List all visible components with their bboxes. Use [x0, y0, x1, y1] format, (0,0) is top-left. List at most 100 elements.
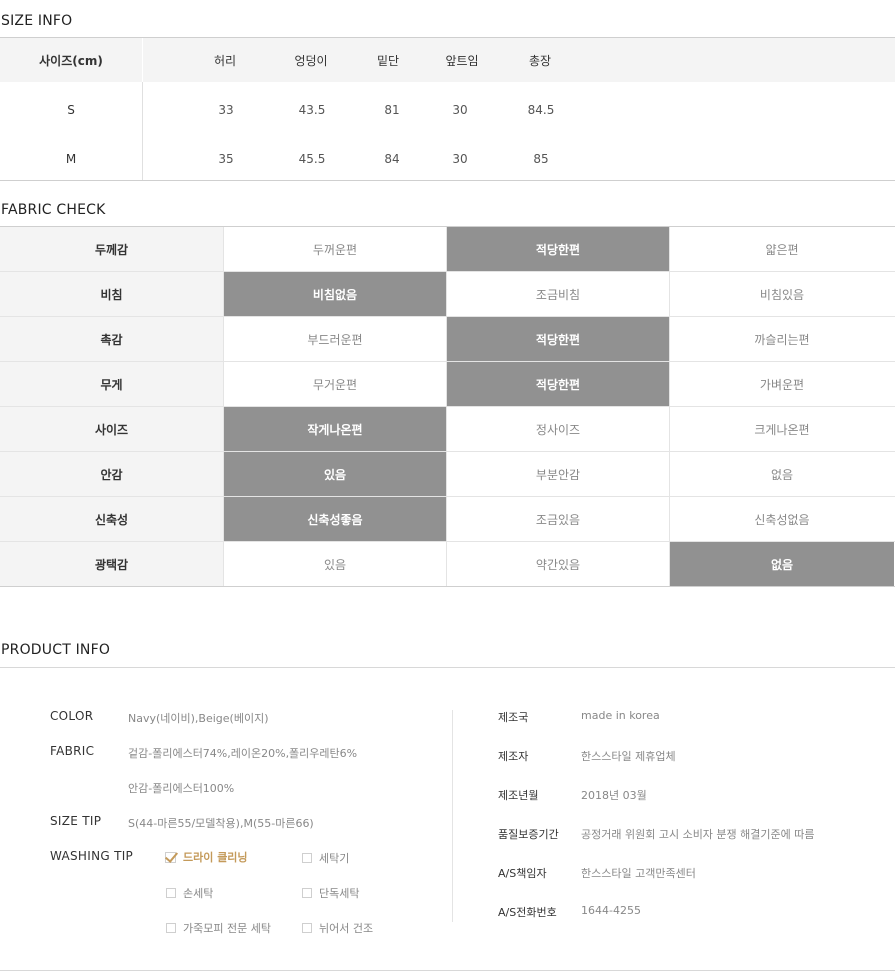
washing-option-leather: 가죽모피 전문 세탁: [166, 920, 271, 936]
washing-option-flat-dry: 뉘어서 건조: [302, 920, 373, 936]
fabric-option-selected: 적당한편: [447, 227, 670, 271]
checkbox-icon: [302, 923, 312, 933]
size-value: 81: [384, 103, 400, 117]
fabric-check-title: FABRIC CHECK: [1, 202, 106, 218]
fabric-table: 두께감 두꺼운편 적당한편 얇은편 비침 비침없음 조금비침 비침있음 촉감 부드러운편 적당한편 까…: [0, 226, 895, 587]
washing-option-label: 드라이 클리닝: [183, 851, 248, 864]
size-table-divider: [142, 82, 143, 180]
fabric-option: 얇은편: [765, 242, 799, 257]
washing-option-label: 손세탁: [183, 887, 214, 900]
fabric-row-label: 신축성: [0, 497, 224, 541]
fabric-row: 광택감 있음 약간있음 없음: [0, 542, 895, 586]
size-row-label: M: [65, 152, 77, 166]
size-value: 30: [452, 152, 468, 166]
as-phone-value: 1644-4255: [581, 904, 641, 917]
fabric-option: 부분안감: [447, 452, 670, 496]
size-value: 30: [452, 103, 468, 117]
fabric-row: 비침 비침없음 조금비침 비침있음: [0, 272, 895, 317]
fabric-row: 신축성 신축성좋음 조금있음 신축성없음: [0, 497, 895, 542]
washing-option-label: 뉘어서 건조: [319, 922, 374, 935]
warranty-value: 공정거래 위원회 고시 소비자 분쟁 해결기준에 따름: [581, 828, 815, 841]
size-value: 85: [533, 152, 549, 166]
size-header-label: 사이즈(cm): [39, 53, 103, 68]
washing-option-label: 단독세탁: [319, 887, 360, 900]
size-table-header: 사이즈(cm) 허리 엉덩이 밑단 앞트임 총장: [0, 38, 895, 82]
fabric-row-label: 두께감: [0, 227, 224, 271]
fabric-option: 두꺼운편: [224, 227, 447, 271]
size-table: 사이즈(cm) 허리 엉덩이 밑단 앞트임 총장 S 33 43.5 81 30…: [0, 37, 895, 181]
size-value: 45.5: [298, 152, 326, 166]
fabric-option-selected: 적당한편: [447, 362, 670, 406]
fabric-option: 크게나온편: [754, 422, 810, 437]
washing-option-separate: 단독세탁: [302, 885, 359, 901]
size-header-divider: [142, 38, 143, 82]
fabric-row-label: 촉감: [0, 317, 224, 361]
size-col-header: 밑단: [376, 53, 400, 68]
size-tip-label: SIZE TIP: [50, 814, 102, 828]
checkbox-icon: [302, 888, 312, 898]
fabric-option: 신축성없음: [754, 512, 810, 527]
washing-option-label: 세탁기: [319, 852, 350, 865]
fabric-option-selected: 작게나온편: [224, 407, 447, 451]
size-value: 84: [384, 152, 400, 166]
size-col-header: 앞트임: [445, 53, 479, 68]
product-info-title: PRODUCT INFO: [1, 642, 111, 658]
fabric-row-label: 안감: [0, 452, 224, 496]
fabric-row: 무게 무거운편 적당한편 가벼운편: [0, 362, 895, 407]
checkbox-icon: [166, 923, 176, 933]
color-label: COLOR: [50, 709, 94, 723]
fabric-option-selected: 신축성좋음: [224, 497, 447, 541]
fabric-option: 없음: [770, 467, 794, 482]
fabric-option: 있음: [224, 542, 447, 586]
fabric-row-label: 무게: [0, 362, 224, 406]
size-tip-value: S(44-마른55/모델착용),M(55-마른66): [128, 817, 314, 830]
fabric-row-label: 광택감: [0, 542, 224, 586]
size-col-header: 엉덩이: [294, 53, 328, 68]
fabric-value: 안감-폴리에스터100%: [128, 782, 235, 795]
fabric-row: 두께감 두꺼운편 적당한편 얇은편: [0, 227, 895, 272]
fabric-label: FABRIC: [50, 744, 95, 758]
fabric-row-label: 사이즈: [0, 407, 224, 451]
fabric-option: 까슬리는편: [754, 332, 810, 347]
fabric-option: 조금비침: [447, 272, 670, 316]
divider: [452, 710, 453, 922]
size-value: 35: [218, 152, 234, 166]
washing-option-hand: 손세탁: [166, 885, 213, 901]
size-col-header: 총장: [528, 53, 552, 68]
fabric-option: 정사이즈: [447, 407, 670, 451]
as-phone-label: A/S전화번호: [498, 906, 557, 919]
fabric-option-selected: 적당한편: [447, 317, 670, 361]
as-manager-label: A/S책임자: [498, 867, 547, 880]
fabric-option: 비침있음: [759, 287, 805, 302]
fabric-row: 촉감 부드러운편 적당한편 까슬리는편: [0, 317, 895, 362]
divider: [0, 667, 895, 668]
checkmark-icon: [164, 851, 178, 863]
fabric-option: 약간있음: [447, 542, 670, 586]
washing-option-label: 가죽모피 전문 세탁: [183, 922, 271, 935]
manufacture-date-value: 2018년 03월: [581, 789, 647, 802]
color-value: Navy(네이비),Beige(베이지): [128, 712, 269, 725]
fabric-option: 가벼운편: [759, 377, 805, 392]
fabric-row: 사이즈 작게나온편 정사이즈 크게나온편: [0, 407, 895, 452]
size-value: 33: [218, 103, 234, 117]
manufacture-date-label: 제조년월: [498, 789, 539, 802]
fabric-option-selected: 비침없음: [224, 272, 447, 316]
size-info-title: SIZE INFO: [1, 13, 73, 29]
divider: [0, 970, 895, 971]
size-value: 84.5: [527, 103, 555, 117]
fabric-option: 조금있음: [447, 497, 670, 541]
fabric-value: 겉감-폴리에스터74%,레이온20%,폴리우레탄6%: [128, 747, 358, 760]
manufacturer-label: 제조자: [498, 750, 529, 763]
as-manager-value: 한스스타일 고객만족센터: [581, 867, 696, 880]
fabric-row-label: 비침: [0, 272, 224, 316]
washing-option-dry-cleaning: 드라이 클리닝: [164, 849, 248, 865]
manufacturer-value: 한스스타일 제휴업체: [581, 750, 676, 763]
fabric-option-selected: 없음: [670, 542, 894, 586]
checkbox-icon: [166, 888, 176, 898]
size-col-header: 허리: [213, 53, 237, 68]
manufacture-country-value: made in korea: [581, 709, 660, 722]
fabric-option: 무거운편: [224, 362, 447, 406]
manufacture-country-label: 제조국: [498, 711, 529, 724]
washing-tip-label: WASHING TIP: [50, 849, 134, 863]
size-row-m: M 35 45.5 84 30 85: [0, 138, 895, 180]
